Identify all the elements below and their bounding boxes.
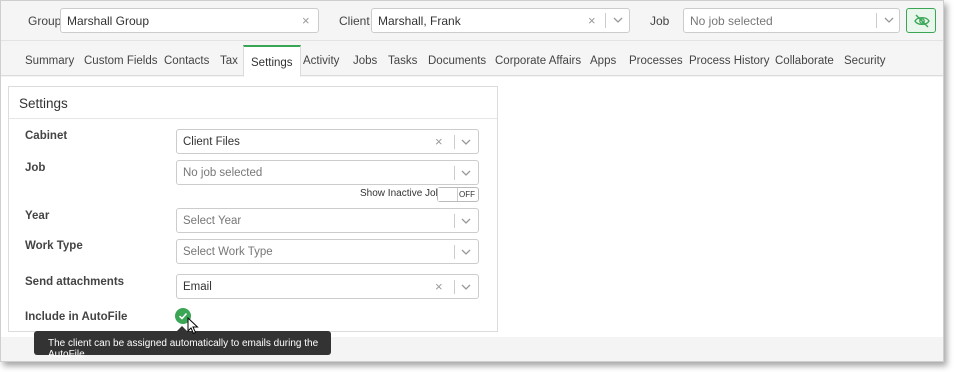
select-separator: [454, 166, 455, 180]
job-label: Job: [650, 14, 670, 28]
send-attachments-select[interactable]: Email ×: [176, 274, 479, 299]
settings-content: Settings Cabinet Client Files × Job No j…: [1, 77, 943, 337]
panel-title: Settings: [19, 96, 68, 111]
close-icon[interactable]: ×: [302, 13, 310, 28]
select-separator: [454, 245, 455, 259]
select-separator: [876, 13, 877, 28]
eye-slash-icon: [914, 14, 930, 28]
group-value: Marshall Group: [67, 14, 150, 28]
cabinet-value: Client Files: [183, 136, 240, 148]
close-icon[interactable]: ×: [588, 13, 596, 28]
tab-activity[interactable]: Activity: [303, 55, 339, 67]
toggle-state: OFF: [459, 190, 475, 199]
tab-documents[interactable]: Documents: [428, 55, 486, 67]
job-select[interactable]: No job selected: [683, 8, 900, 33]
tab-summary[interactable]: Summary: [25, 55, 74, 67]
tab-corporate-affairs[interactable]: Corporate Affairs: [495, 55, 581, 67]
tab-tasks[interactable]: Tasks: [388, 55, 417, 67]
job-field-select[interactable]: No job selected: [176, 160, 479, 185]
tab-collaborate[interactable]: Collaborate: [775, 55, 834, 67]
chevron-down-icon[interactable]: [460, 136, 472, 148]
close-icon[interactable]: ×: [435, 134, 443, 149]
tab-security[interactable]: Security: [844, 55, 886, 67]
tab-custom-fields[interactable]: Custom Fields: [84, 55, 158, 67]
toggle-knob: [438, 188, 458, 201]
group-label: Group: [28, 14, 62, 28]
chevron-down-icon[interactable]: [460, 215, 472, 227]
group-select[interactable]: Marshall Group ×: [60, 8, 319, 33]
cabinet-select[interactable]: Client Files ×: [176, 129, 479, 154]
client-select[interactable]: Marshall, Frank ×: [371, 8, 630, 33]
toggle-visibility-button[interactable]: [906, 8, 936, 33]
autofile-tooltip: The client can be assigned automatically…: [34, 326, 331, 360]
show-inactive-jobs-toggle[interactable]: OFF: [437, 187, 479, 202]
tab-settings[interactable]: Settings: [243, 45, 301, 77]
send-attachments-value: Email: [183, 281, 212, 293]
job-field-label: Job: [25, 162, 46, 174]
select-separator: [454, 214, 455, 228]
settings-panel: Settings Cabinet Client Files × Job No j…: [8, 86, 498, 332]
window: Group Marshall Group × Client Marshall, …: [0, 0, 944, 362]
year-select[interactable]: Select Year: [176, 208, 479, 233]
include-in-autofile-label: Include in AutoFile: [25, 311, 128, 323]
tooltip-arrow: [177, 326, 187, 331]
tab-contacts[interactable]: Contacts: [164, 55, 209, 67]
select-separator: [454, 280, 455, 294]
chevron-down-icon[interactable]: [612, 14, 624, 26]
year-placeholder: Select Year: [183, 215, 242, 227]
mouse-pointer-icon: [187, 317, 199, 335]
job-placeholder: No job selected: [690, 14, 773, 28]
year-label: Year: [25, 210, 50, 222]
context-bar: Group Marshall Group × Client Marshall, …: [1, 1, 943, 41]
select-separator: [605, 13, 606, 28]
cabinet-label: Cabinet: [25, 130, 68, 142]
chevron-down-icon[interactable]: [883, 14, 895, 26]
tab-jobs[interactable]: Jobs: [353, 55, 377, 67]
work-type-placeholder: Select Work Type: [183, 246, 273, 258]
select-separator: [454, 135, 455, 149]
chevron-down-icon[interactable]: [460, 167, 472, 179]
chevron-down-icon[interactable]: [460, 281, 472, 293]
client-label: Client: [339, 14, 370, 28]
tab-processes[interactable]: Processes: [629, 55, 683, 67]
client-value: Marshall, Frank: [378, 14, 461, 28]
work-type-label: Work Type: [25, 240, 83, 252]
work-type-select[interactable]: Select Work Type: [176, 239, 479, 264]
tab-tax[interactable]: Tax: [220, 55, 238, 67]
send-attachments-label: Send attachments: [25, 276, 125, 288]
tab-process-history[interactable]: Process History: [689, 55, 770, 67]
close-icon[interactable]: ×: [435, 279, 443, 294]
divider: [9, 118, 497, 119]
tab-apps[interactable]: Apps: [590, 55, 616, 67]
show-inactive-jobs-label: Show Inactive Jobs: [360, 188, 447, 199]
chevron-down-icon[interactable]: [460, 246, 472, 258]
tab-bar: Summary Custom Fields Contacts Tax Setti…: [1, 45, 943, 77]
job-field-placeholder: No job selected: [183, 167, 263, 179]
